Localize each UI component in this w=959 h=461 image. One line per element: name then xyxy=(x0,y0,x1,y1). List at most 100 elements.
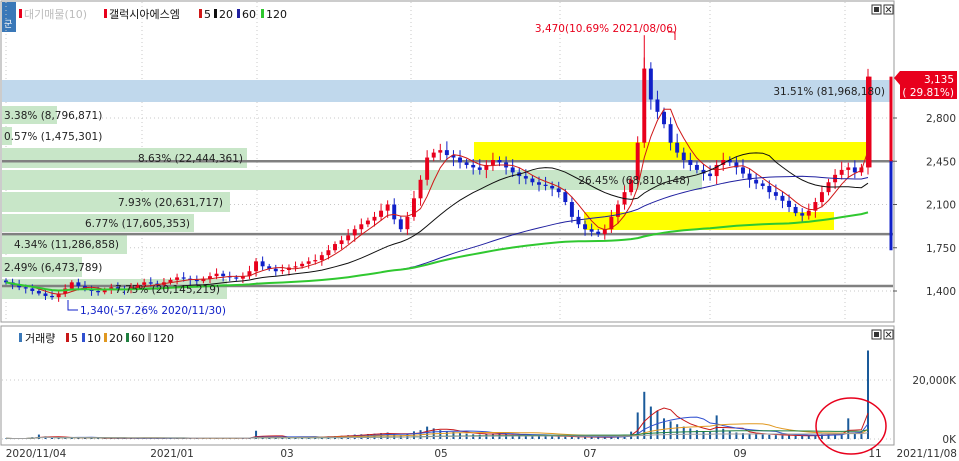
volume-profile-label: 7.75% (20,145,219) xyxy=(115,284,220,296)
candle-body xyxy=(668,124,673,143)
volume-bar xyxy=(807,435,810,439)
candle-body xyxy=(806,210,811,216)
candle-body xyxy=(846,167,851,170)
candle-body xyxy=(346,235,351,241)
volume-bar xyxy=(669,421,672,439)
candle-body xyxy=(30,288,35,291)
candle-body xyxy=(418,179,423,199)
candle-body xyxy=(280,269,285,272)
legend-vol-ma20: 20 xyxy=(109,332,123,345)
candle-body xyxy=(339,240,344,245)
legend-ma5: 5 xyxy=(204,8,211,21)
volume-bar xyxy=(761,434,764,439)
price-tick-label: 2,450 xyxy=(926,156,956,168)
volume-bar xyxy=(57,438,60,439)
candle-body xyxy=(431,152,436,158)
volume-bar xyxy=(801,435,804,439)
x-tick-label: 07 xyxy=(583,448,596,460)
candle-body xyxy=(444,150,449,156)
candle-body xyxy=(523,176,528,179)
candle-body xyxy=(379,210,384,217)
volume-bar xyxy=(748,433,751,439)
candle-body xyxy=(359,224,364,230)
volume-profile-label: 6.77% (17,605,353) xyxy=(85,218,190,230)
candle-body xyxy=(556,188,561,193)
candle-body xyxy=(306,261,311,264)
candle-body xyxy=(273,268,278,272)
candle-body xyxy=(662,111,666,125)
candle-body xyxy=(352,229,357,236)
candle-body xyxy=(550,185,555,189)
volume-panel-max-button[interactable] xyxy=(871,329,882,340)
volume-bar xyxy=(544,436,547,439)
volume-bar xyxy=(788,435,791,439)
candle-body xyxy=(471,164,476,168)
candle-body xyxy=(438,150,443,153)
legend-vol-ma60: 60 xyxy=(131,332,145,345)
candle-body xyxy=(464,162,469,165)
legend-vol-ma10: 10 xyxy=(87,332,101,345)
candle-body xyxy=(510,167,515,173)
volume-bar xyxy=(97,438,100,439)
legend-ma20-marker xyxy=(214,9,217,18)
volume-bar xyxy=(551,436,554,439)
current-price-value: 3,135 xyxy=(924,74,954,86)
volume-profile-label: 4.34% (11,286,858) xyxy=(14,239,119,251)
legend-marker xyxy=(19,9,22,18)
legend-marker xyxy=(104,9,107,18)
candle-body xyxy=(787,200,792,207)
candle-body xyxy=(773,192,778,196)
volume-profile-label: 8.63% (22,444,361) xyxy=(138,153,243,165)
candle-body xyxy=(754,179,759,184)
volume-bar xyxy=(577,437,580,439)
volume-bar xyxy=(445,431,448,439)
volume-bar xyxy=(557,436,560,439)
volume-profile-label: 2.49% (6,473,789) xyxy=(4,262,102,274)
candle-body xyxy=(365,220,370,225)
legend-ma60: 60 xyxy=(242,8,256,21)
volume-bar xyxy=(709,431,712,439)
candle-body xyxy=(398,219,403,230)
candle-body xyxy=(793,206,798,214)
volume-bar xyxy=(64,438,67,439)
volume-bar xyxy=(794,435,797,439)
legend-vol-ma5-marker xyxy=(66,333,69,342)
candle-body xyxy=(405,216,410,230)
candle-body xyxy=(497,160,502,163)
legend-ma20: 20 xyxy=(219,8,233,21)
candle-body xyxy=(175,277,180,280)
candle-body xyxy=(181,277,186,279)
price-panel-close-button[interactable] xyxy=(883,4,894,15)
candle-body xyxy=(69,282,74,289)
legend-index: 대기매물(10) xyxy=(24,8,87,21)
candle-body xyxy=(36,291,41,294)
candle-body xyxy=(221,273,226,277)
price-tick-label: 1,400 xyxy=(926,286,956,298)
candle-body xyxy=(385,204,390,211)
volume-bar xyxy=(682,426,685,439)
volume-panel-close-button[interactable] xyxy=(883,329,894,340)
volume-bar xyxy=(643,391,646,439)
legend-vol-ma10-marker xyxy=(82,333,85,342)
volume-bar xyxy=(867,350,869,439)
volume-bar xyxy=(781,435,784,439)
legend-vol-ma5: 5 xyxy=(71,332,78,345)
candle-body xyxy=(194,279,199,282)
volume-profile-label: 7.93% (20,631,717) xyxy=(118,197,223,209)
candle-body xyxy=(760,183,765,186)
current-price-tag: 3,135 ( 29.81%) xyxy=(894,71,957,99)
price-tick-label: 1,750 xyxy=(926,243,956,255)
candle-body xyxy=(530,178,535,183)
legend-marker xyxy=(19,333,22,342)
price-panel-max-button[interactable] xyxy=(871,4,882,15)
candle-body xyxy=(819,192,824,203)
legend-vol-ma60-marker xyxy=(126,333,129,342)
candle-body xyxy=(76,282,81,287)
volume-profile-label: 0.57% (1,475,301) xyxy=(4,131,102,143)
candle-body xyxy=(675,142,680,153)
x-tick-label-last: 2021/11/08 xyxy=(896,448,957,460)
chart-canvas: 군 1,4001,7502,1002,4502,8000K20,000K2020… xyxy=(0,0,957,460)
legend-ma120: 120 xyxy=(266,8,287,21)
panel-toggle-icon[interactable]: 군 xyxy=(2,2,16,32)
candle-body xyxy=(543,184,548,186)
